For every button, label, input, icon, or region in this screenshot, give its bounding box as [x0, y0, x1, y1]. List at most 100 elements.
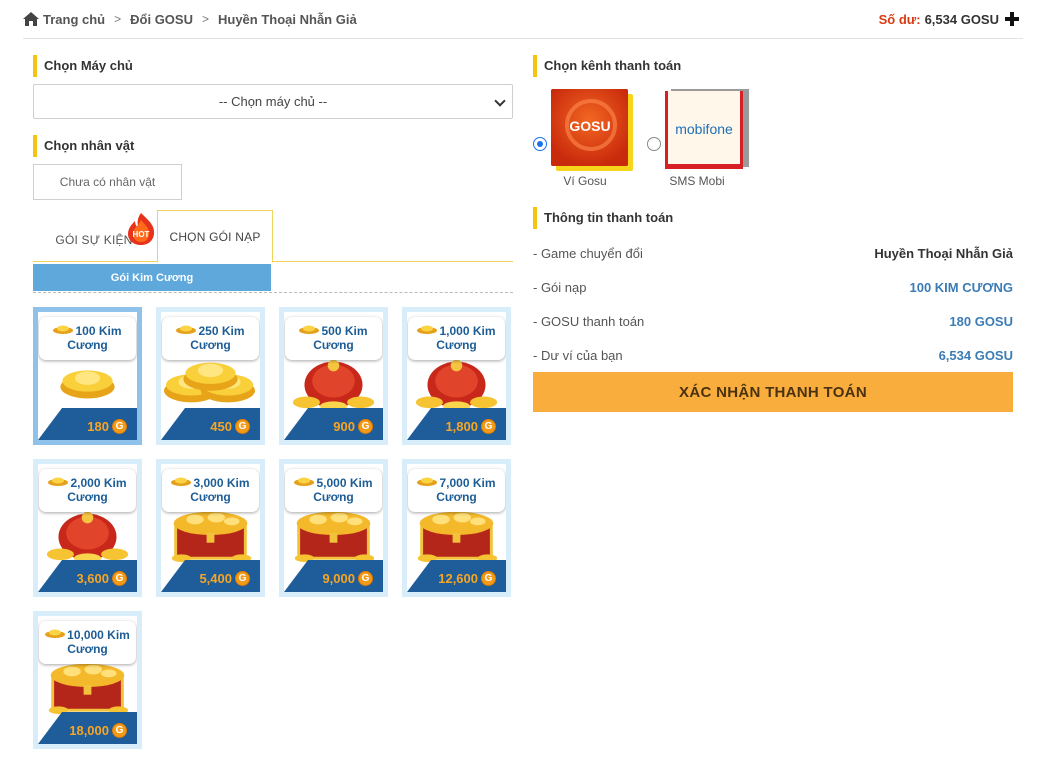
add-balance-icon[interactable]	[1005, 12, 1019, 26]
gold-ingot-icon	[171, 477, 192, 486]
top-bar: Trang chủ > Đổi GOSU > Huyền Thoại Nhẫn …	[23, 0, 1023, 39]
server-select-value: -- Chọn máy chủ --	[218, 94, 328, 109]
gold-ingot-icon	[53, 325, 74, 334]
radio-sms-mobi[interactable]	[647, 137, 661, 151]
gold-ingot-icon	[294, 477, 315, 486]
info-row-gosu-pay: - GOSU thanh toán 180 GOSU	[533, 311, 1013, 331]
package-name: 250 Kim Cương	[162, 317, 259, 360]
package-card-body: 2,000 Kim Cương 3,600	[38, 464, 137, 592]
hot-badge-icon: HOT	[128, 213, 155, 245]
chevron-right-icon: >	[201, 12, 209, 26]
package-name-text: 10,000 Kim Cương	[67, 628, 130, 656]
confirm-payment-button[interactable]: XÁC NHẬN THANH TOÁN	[533, 372, 1013, 412]
server-select[interactable]: -- Chọn máy chủ --	[33, 84, 513, 119]
package-price-value: 18,000	[69, 723, 109, 738]
package-price-value: 5,400	[199, 571, 232, 586]
package-card[interactable]: 7,000 Kim Cương 12,600	[402, 459, 511, 597]
package-name: 500 Kim Cương	[285, 317, 382, 360]
package-price-value: 180	[87, 419, 109, 434]
character-field[interactable]: Chưa có nhân vật	[33, 164, 182, 200]
gosu-logo[interactable]: GOSU	[551, 89, 633, 171]
info-label: - GOSU thanh toán	[533, 313, 645, 329]
radio-vi-gosu[interactable]	[533, 137, 547, 151]
tab-topup-label: CHỌN GÓI NẠP	[169, 229, 261, 244]
package-price: 180	[87, 419, 127, 434]
package-art-icon	[60, 370, 115, 399]
package-name: 1,000 Kim Cương	[408, 317, 505, 360]
payment-heading: Chọn kênh thanh toán	[533, 55, 681, 77]
gosu-coin-icon	[112, 419, 127, 434]
package-card[interactable]: 500 Kim Cương 900	[279, 307, 388, 445]
package-tabs: GÓI SỰ KIỆN HOT CHỌN GÓI NẠP	[33, 210, 513, 263]
chevron-down-icon	[494, 95, 506, 107]
package-card[interactable]: 5,000 Kim Cương 9,000	[279, 459, 388, 597]
package-art-icon	[48, 663, 129, 715]
gold-ingot-icon	[417, 477, 438, 486]
package-price-value: 3,600	[76, 571, 109, 586]
info-row-game: - Game chuyển đổi Huyền Thoại Nhẫn Giả	[533, 243, 1013, 263]
info-heading: Thông tin thanh toán	[533, 207, 673, 229]
package-art-icon	[171, 511, 252, 563]
package-art-icon	[415, 359, 498, 412]
info-row-package: - Gói nạp 100 KIM CƯƠNG	[533, 277, 1013, 297]
gosu-logo-text: GOSU	[569, 118, 610, 134]
package-price: 450	[210, 419, 250, 434]
gosu-coin-icon	[481, 419, 496, 434]
character-heading: Chọn nhân vật	[33, 135, 134, 157]
gold-ingot-icon	[417, 325, 438, 334]
mobifone-logo-text: mobifone	[675, 121, 733, 137]
breadcrumb-current: Huyền Thoại Nhẫn Giả	[218, 11, 357, 27]
package-card[interactable]: 2,000 Kim Cương 3,600	[33, 459, 142, 597]
hot-badge-text: HOT	[133, 230, 150, 239]
info-label: - Gói nạp	[533, 279, 587, 295]
home-icon[interactable]	[23, 12, 39, 26]
info-label: - Dư ví của bạn	[533, 347, 623, 363]
gosu-logo-icon: GOSU	[551, 89, 633, 171]
package-art-icon	[294, 511, 375, 563]
package-card-body: 3,000 Kim Cương 5,400	[161, 464, 260, 592]
server-heading: Chọn Máy chủ	[33, 55, 133, 77]
package-card[interactable]: 1,000 Kim Cương 1,800	[402, 307, 511, 445]
channel-vi-gosu-label: Ví Gosu	[563, 174, 607, 188]
mobifone-logo[interactable]: mobifone	[665, 89, 749, 171]
package-price: 18,000	[69, 723, 127, 738]
package-card-body: 10,000 Kim Cương 18,000	[38, 616, 137, 744]
package-price: 5,400	[199, 571, 250, 586]
package-name: 10,000 Kim Cương	[39, 621, 136, 664]
package-price: 900	[333, 419, 373, 434]
package-name: 5,000 Kim Cương	[285, 469, 382, 512]
package-name-text: 2,000 Kim Cương	[67, 476, 127, 504]
breadcrumb-home[interactable]: Trang chủ	[43, 12, 105, 27]
package-card-body: 5,000 Kim Cương 9,000	[284, 464, 383, 592]
package-card-body: 1,000 Kim Cương 1,800	[407, 312, 506, 440]
gosu-coin-icon	[112, 571, 127, 586]
package-name-text: 250 Kim Cương	[190, 324, 245, 352]
breadcrumb-doi-gosu[interactable]: Đổi GOSU	[130, 12, 193, 27]
package-price: 1,800	[445, 419, 496, 434]
gosu-coin-icon	[235, 419, 250, 434]
package-name-text: 5,000 Kim Cương	[313, 476, 373, 504]
gosu-coin-icon	[358, 571, 373, 586]
gold-ingot-icon	[48, 477, 69, 486]
tab-topup[interactable]: CHỌN GÓI NẠP	[157, 210, 273, 263]
package-card-body: 250 Kim Cương 450	[161, 312, 260, 440]
package-card[interactable]: 250 Kim Cương 450	[156, 307, 265, 445]
package-name: 100 Kim Cương	[39, 317, 136, 360]
package-card[interactable]: 100 Kim Cương 180	[33, 307, 142, 445]
gold-ingot-icon	[299, 325, 320, 334]
tab-event-label: GÓI SỰ KIỆN	[55, 233, 133, 247]
breadcrumb: Trang chủ > Đổi GOSU > Huyền Thoại Nhẫn …	[23, 12, 357, 27]
package-card[interactable]: 10,000 Kim Cương 18,000	[33, 611, 142, 749]
balance: Số dư: 6,534 GOSU	[879, 12, 1019, 27]
package-price: 9,000	[322, 571, 373, 586]
balance-label: Số dư:	[878, 11, 921, 27]
package-card-body: 7,000 Kim Cương 12,600	[407, 464, 506, 592]
gosu-coin-icon	[481, 571, 496, 586]
package-name: 3,000 Kim Cương	[162, 469, 259, 512]
package-card[interactable]: 3,000 Kim Cương 5,400	[156, 459, 265, 597]
subtab-diamond-packages[interactable]: Gói Kim Cương	[33, 264, 271, 291]
gosu-coin-icon	[358, 419, 373, 434]
mobifone-logo-icon: mobifone	[665, 89, 749, 169]
package-card-body: 500 Kim Cương 900	[284, 312, 383, 440]
package-name-text: 500 Kim Cương	[313, 324, 368, 352]
